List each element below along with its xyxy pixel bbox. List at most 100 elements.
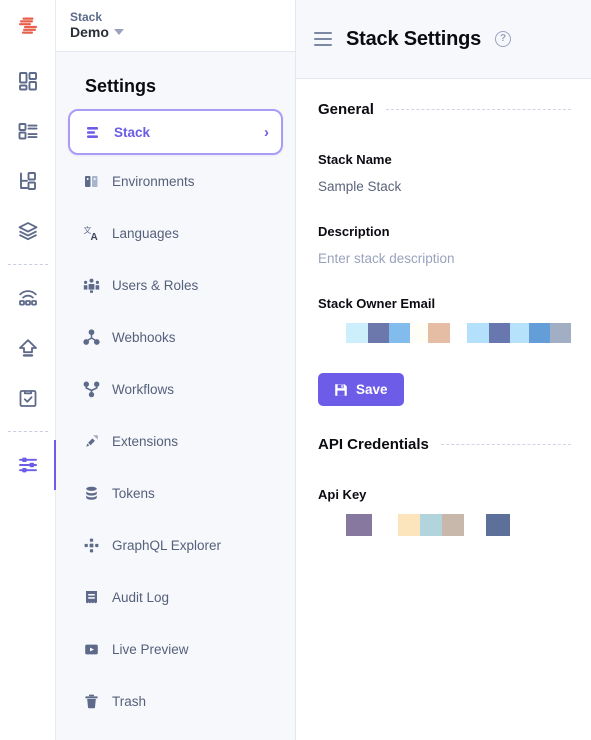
field-value-description[interactable]: Enter stack description bbox=[318, 251, 571, 266]
sidebar-item-stack[interactable]: Stack › bbox=[68, 109, 283, 155]
workflows-branch-icon-glyph bbox=[83, 381, 99, 397]
sidebar-item-live-preview[interactable]: Live Preview bbox=[68, 623, 283, 675]
stack-selector[interactable]: Stack Demo bbox=[70, 9, 124, 41]
sidebar-item-stack-label: Stack bbox=[114, 124, 151, 140]
stack-layers-icon bbox=[18, 222, 38, 241]
left-icon-rail bbox=[0, 0, 57, 740]
sidebar-item-languages[interactable]: 文 A Languages bbox=[68, 207, 283, 259]
environments-icon-glyph bbox=[84, 175, 97, 187]
settings-nav-panel: Stack Demo Settings Stack › Environments… bbox=[56, 0, 296, 740]
hamburger-menu-icon[interactable] bbox=[314, 32, 332, 46]
chevron-down-icon bbox=[113, 29, 124, 36]
sidebar-item-tokens[interactable]: Tokens bbox=[68, 467, 283, 519]
field-stack-name: Stack Name Sample Stack bbox=[318, 152, 571, 194]
redaction-block bbox=[346, 323, 369, 343]
rail-item-content-types[interactable] bbox=[0, 106, 56, 156]
settings-sliders-icon bbox=[19, 457, 37, 473]
stack-selector-name: Demo bbox=[70, 24, 109, 41]
clipboard-check-icon bbox=[19, 390, 37, 407]
sidebar-item-environments[interactable]: Environments bbox=[68, 155, 283, 207]
save-floppy-icon bbox=[335, 383, 347, 396]
stack-bars-icon-glyph bbox=[86, 126, 98, 138]
audit-log-receipt-icon-glyph bbox=[85, 590, 97, 603]
stack-selector-bar: Stack Demo bbox=[56, 0, 295, 52]
sidebar-item-audit-log[interactable]: Audit Log bbox=[68, 571, 283, 623]
rail-item-assets[interactable] bbox=[0, 206, 56, 256]
section-divider-general bbox=[385, 109, 571, 110]
app-logo[interactable] bbox=[0, 0, 56, 52]
rail-item-dashboard[interactable] bbox=[0, 56, 56, 106]
redaction-block bbox=[420, 514, 442, 536]
rail-item-tasks[interactable] bbox=[0, 373, 56, 423]
tokens-database-icon bbox=[82, 484, 100, 502]
sidebar-item-workflows-label: Workflows bbox=[112, 381, 175, 397]
section-divider-api-credentials bbox=[440, 444, 571, 445]
help-circle-icon[interactable]: ? bbox=[495, 31, 512, 47]
field-api-key: Api Key bbox=[318, 487, 571, 536]
rail-item-modular-blocks[interactable] bbox=[0, 156, 56, 206]
graphql-icon-glyph bbox=[84, 538, 98, 552]
sidebar-item-users-roles[interactable]: Users & Roles bbox=[68, 259, 283, 311]
field-label-description: Description bbox=[318, 224, 390, 239]
redaction-block bbox=[442, 514, 464, 536]
save-button-row: Save bbox=[318, 373, 571, 406]
extensions-plug-icon-glyph bbox=[85, 434, 98, 447]
extensions-plug-icon bbox=[82, 432, 100, 450]
sidebar-item-audit-log-label: Audit Log bbox=[112, 589, 170, 605]
environments-icon bbox=[82, 172, 100, 190]
live-preview-play-icon bbox=[82, 640, 100, 658]
sidebar-item-graphql-explorer[interactable]: GraphQL Explorer bbox=[68, 519, 283, 571]
redaction-block bbox=[368, 323, 390, 343]
audit-log-receipt-icon bbox=[82, 588, 100, 606]
tokens-database-icon-glyph bbox=[85, 486, 97, 500]
sidebar-item-tokens-label: Tokens bbox=[112, 485, 155, 501]
save-button-label: Save bbox=[356, 382, 388, 397]
redaction-block bbox=[509, 323, 530, 343]
settings-nav-list: Stack › Environments 文 A Languages Users… bbox=[56, 109, 295, 727]
settings-form: General Stack Name Sample Stack Descript… bbox=[296, 79, 591, 536]
sidebar-item-live-preview-label: Live Preview bbox=[112, 641, 189, 657]
redaction-block bbox=[389, 323, 411, 343]
sidebar-item-workflows[interactable]: Workflows bbox=[68, 363, 283, 415]
app-root: Stack Demo Settings Stack › Environments… bbox=[0, 0, 591, 740]
redaction-block bbox=[427, 323, 451, 343]
sidebar-item-extensions[interactable]: Extensions bbox=[68, 415, 283, 467]
redaction-block bbox=[346, 514, 372, 536]
sidebar-item-graphql-explorer-label: GraphQL Explorer bbox=[112, 537, 222, 553]
sidebar-item-webhooks[interactable]: Webhooks bbox=[68, 311, 283, 363]
rail-item-live-edit[interactable] bbox=[0, 273, 56, 323]
redaction-block bbox=[410, 323, 428, 343]
workflows-branch-icon bbox=[82, 380, 100, 398]
rail-item-releases[interactable] bbox=[0, 323, 56, 373]
field-label-stack-name: Stack Name bbox=[318, 152, 392, 167]
redaction-gap bbox=[372, 514, 398, 536]
rail-item-settings[interactable] bbox=[0, 440, 57, 490]
stack-selector-kicker: Stack bbox=[70, 9, 103, 24]
sidebar-item-trash-label: Trash bbox=[112, 693, 147, 709]
field-label-stack-owner-email: Stack Owner Email bbox=[318, 296, 436, 311]
field-value-api-key-redacted bbox=[318, 514, 571, 536]
redaction-block bbox=[550, 323, 571, 343]
content-types-list-icon bbox=[18, 123, 38, 140]
redaction-gap bbox=[450, 323, 466, 343]
trash-bin-icon bbox=[82, 692, 100, 710]
svg-text:A: A bbox=[90, 232, 97, 242]
redaction-block bbox=[398, 514, 420, 536]
save-button[interactable]: Save bbox=[318, 373, 404, 406]
dashboard-blocks-icon bbox=[19, 72, 37, 91]
field-value-stack-owner-email-redacted bbox=[318, 323, 571, 343]
redaction-block bbox=[489, 323, 510, 343]
stack-selector-name-row[interactable]: Demo bbox=[70, 24, 124, 40]
settings-panel-title: Settings bbox=[85, 76, 157, 96]
field-value-stack-name[interactable]: Sample Stack bbox=[318, 179, 571, 194]
users-roles-icon bbox=[82, 276, 100, 294]
rail-divider-1 bbox=[8, 264, 48, 265]
main-header: Stack Settings ? bbox=[296, 0, 591, 79]
rail-items bbox=[0, 52, 57, 490]
section-title-api-credentials: API Credentials bbox=[318, 436, 429, 453]
sidebar-item-webhooks-label: Webhooks bbox=[112, 329, 176, 345]
sidebar-item-trash[interactable]: Trash bbox=[68, 675, 283, 727]
live-edit-wifi-icon bbox=[19, 290, 37, 306]
section-header-general: General bbox=[318, 101, 571, 118]
section-title-general: General bbox=[318, 101, 374, 118]
